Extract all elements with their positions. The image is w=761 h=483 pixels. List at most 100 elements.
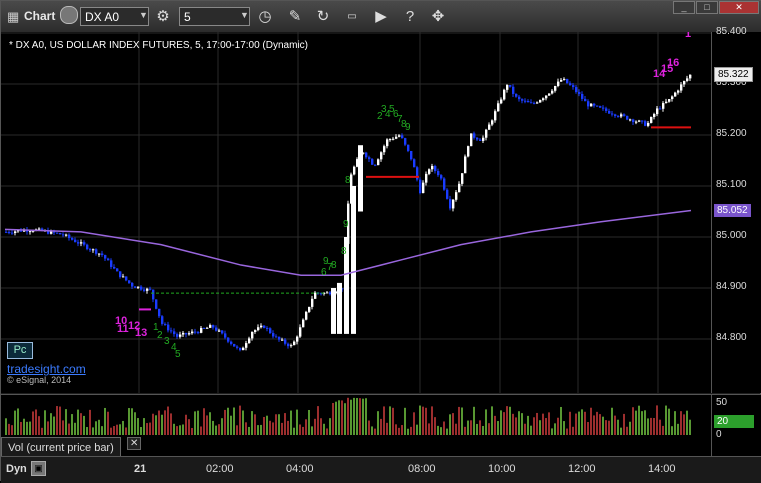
candle-body xyxy=(119,271,122,277)
candle-body xyxy=(155,299,158,309)
price-chart[interactable]: 8 8 9 1 2 3 4 5 6 7 8 9 2 3 4 5 6 7 8 9 10 11 12 13 14 15 16 1 * DX… xyxy=(1,28,711,393)
candle-body xyxy=(263,325,266,328)
maximize-button[interactable]: □ xyxy=(696,1,718,14)
candle-body xyxy=(98,253,101,255)
candle-body xyxy=(200,327,203,333)
candle-body xyxy=(29,231,32,233)
candle-body xyxy=(272,333,275,337)
candle-body xyxy=(134,286,137,288)
candle-body xyxy=(473,133,476,138)
close-button[interactable]: ✕ xyxy=(719,1,759,14)
candle-body xyxy=(358,145,363,212)
price-axis[interactable]: 85.400 85.300 85.200 85.100 85.000 84.900 84.8… xyxy=(711,26,761,393)
link-icon[interactable] xyxy=(60,6,78,24)
candle-body xyxy=(377,159,380,166)
candle-body xyxy=(131,282,134,287)
candle-body xyxy=(503,89,506,100)
candle-body xyxy=(278,336,281,340)
candle-body xyxy=(296,336,299,342)
candle-body xyxy=(152,289,155,300)
candle-body xyxy=(77,242,80,244)
volume-pane[interactable]: Vol (current price bar) ✕ xyxy=(1,394,711,457)
candle-body xyxy=(173,331,176,335)
setup-count-label: 9 xyxy=(343,219,349,230)
symbol-dropdown-icon[interactable]: ▼ xyxy=(139,10,148,20)
candle-body xyxy=(89,249,92,251)
candle-body xyxy=(515,93,518,97)
grid-icon[interactable]: ▦ xyxy=(7,9,19,25)
candle-body xyxy=(410,150,413,160)
candle-body xyxy=(476,137,479,140)
lock-icon[interactable]: ▣ xyxy=(31,461,46,476)
candle-body xyxy=(71,238,74,240)
candle-body xyxy=(371,159,374,165)
candle-body xyxy=(605,108,608,111)
candle-body xyxy=(113,266,116,269)
countdown-label: 13 xyxy=(135,327,147,339)
candle-body xyxy=(455,192,458,200)
candle-body xyxy=(575,87,578,93)
candle-body xyxy=(596,105,599,107)
time-axis[interactable]: Dyn ▣ 21 02:00 04:00 08:00 10:00 12:00 1… xyxy=(1,456,761,483)
candle-body xyxy=(101,253,104,256)
dyn-mode-label[interactable]: Dyn xyxy=(6,463,27,475)
setup-count-label: 8 xyxy=(341,246,347,257)
help-icon[interactable]: ? xyxy=(399,6,421,27)
candle-body xyxy=(365,152,368,158)
pc-badge[interactable]: Pc xyxy=(7,342,33,359)
interval-dropdown-icon[interactable]: ▼ xyxy=(240,10,249,20)
candle-body xyxy=(611,113,614,115)
refresh-icon[interactable]: ↻ xyxy=(312,6,334,27)
candle-body xyxy=(509,85,512,87)
price-chart-svg: 889123456 789234567891011 12131415161 xyxy=(1,28,711,393)
ma-value-badge: 85.052 xyxy=(714,204,751,217)
candle-body xyxy=(62,234,65,236)
candle-body xyxy=(494,111,497,121)
candle-body xyxy=(206,327,209,329)
vol-axis-mid: 20 xyxy=(714,415,754,428)
candle-body xyxy=(14,231,17,234)
candle-body xyxy=(650,116,653,123)
candle-body xyxy=(512,86,515,94)
candle-body xyxy=(176,334,179,337)
minimize-button[interactable]: _ xyxy=(673,1,695,14)
candle-body xyxy=(389,139,392,141)
tools-icon[interactable]: ✥ xyxy=(427,6,449,27)
candle-body xyxy=(290,345,293,347)
play-icon[interactable]: ▶ xyxy=(370,6,392,27)
setup-count-label: 5 xyxy=(175,349,181,360)
candle-body xyxy=(677,90,680,93)
vol-axis-top: 50 xyxy=(716,397,728,408)
candle-body xyxy=(572,85,575,88)
candle-body xyxy=(308,306,311,312)
candle-body xyxy=(641,120,644,122)
candle-body xyxy=(545,95,548,99)
clock-icon[interactable]: ◷ xyxy=(254,6,276,27)
candle-body xyxy=(443,178,446,190)
price-axis-label: 85.400 xyxy=(716,26,747,37)
price-axis-label: 85.100 xyxy=(716,179,747,190)
vol-axis-bottom: 0 xyxy=(716,429,722,440)
candle-body xyxy=(215,327,218,331)
candle-body xyxy=(479,139,482,141)
pencil-icon[interactable]: ✎ xyxy=(284,6,306,27)
xaxis-label: 02:00 xyxy=(206,463,234,475)
candle-body xyxy=(56,232,59,234)
candle-body xyxy=(536,102,539,104)
interval-icon[interactable]: ⚙ xyxy=(152,6,174,27)
candle-body xyxy=(530,102,533,104)
candle-body xyxy=(581,93,584,99)
candle-body xyxy=(302,319,305,328)
xaxis-label: 04:00 xyxy=(286,463,314,475)
candle-body xyxy=(257,327,260,331)
volume-close-icon[interactable]: ✕ xyxy=(127,437,142,450)
watermark-site[interactable]: tradesight.com xyxy=(7,362,86,376)
candle-body xyxy=(407,144,410,151)
price-axis-label: 84.800 xyxy=(716,332,747,343)
candle-body xyxy=(158,308,161,317)
candle-body xyxy=(563,78,566,80)
study-icon[interactable]: ▭ xyxy=(341,6,363,27)
candle-body xyxy=(116,268,119,272)
candle-body xyxy=(380,152,383,160)
candle-body xyxy=(331,288,336,334)
